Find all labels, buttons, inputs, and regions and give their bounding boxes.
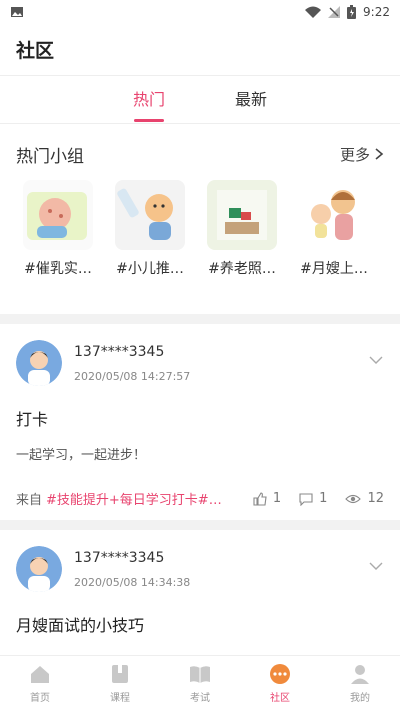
home-icon xyxy=(31,666,49,683)
section-divider xyxy=(0,314,400,324)
nav-exam[interactable]: 考试 xyxy=(160,656,240,711)
battery-icon xyxy=(347,5,357,19)
group-item[interactable]: #催乳实… xyxy=(12,180,104,278)
baby-bottle-illustration xyxy=(117,188,173,240)
comment-icon xyxy=(299,492,313,506)
post-title: 打卡 xyxy=(16,410,49,429)
community-icon xyxy=(270,664,290,684)
exam-icon xyxy=(190,666,210,683)
more-label: 更多 xyxy=(339,145,370,164)
nav-community[interactable]: 社区 xyxy=(240,656,320,711)
section-title: 热门小组 xyxy=(16,146,84,167)
view-count-group: 12 xyxy=(345,491,384,506)
post-card[interactable]: 137****3345 2020/05/08 14:34:38 月嫂面试的小技巧 xyxy=(0,530,400,655)
nav-home[interactable]: 首页 xyxy=(0,656,80,711)
nav-label: 考试 xyxy=(190,693,210,704)
group-name: #小儿推… xyxy=(116,261,184,277)
like-button[interactable]: 1 xyxy=(253,491,281,506)
chevron-down-icon[interactable] xyxy=(368,558,384,574)
post-time: 2020/05/08 14:34:38 xyxy=(74,576,191,589)
avatar[interactable] xyxy=(16,340,62,386)
group-item[interactable]: #小儿推… xyxy=(104,180,196,278)
signal-icon xyxy=(328,6,341,18)
book-icon xyxy=(112,665,128,683)
bottom-nav: 首页 课程 考试 社区 我的 xyxy=(0,655,400,711)
status-time: 9:22 xyxy=(363,5,390,19)
post-time: 2020/05/08 14:27:57 xyxy=(74,370,191,383)
group-item[interactable]: #月嫂上… xyxy=(288,180,380,278)
tab-hot[interactable]: 热门 xyxy=(133,76,165,124)
page-title: 社区 xyxy=(16,40,55,62)
nanny-baby-illustration xyxy=(311,190,355,240)
nav-course[interactable]: 课程 xyxy=(80,656,160,711)
nav-label: 社区 xyxy=(270,693,290,704)
app-header: 社区 xyxy=(0,24,400,76)
section-divider xyxy=(0,520,400,530)
chevron-down-icon[interactable] xyxy=(368,352,384,368)
eye-icon xyxy=(345,494,362,503)
group-name: #催乳实… xyxy=(24,261,92,277)
group-item[interactable]: #养老照… xyxy=(196,180,288,278)
post-username: 137****3345 xyxy=(74,550,165,566)
nav-label: 我的 xyxy=(350,693,370,704)
nav-label: 课程 xyxy=(110,693,130,704)
post-title: 月嫂面试的小技巧 xyxy=(16,616,145,635)
tab-latest[interactable]: 最新 xyxy=(235,76,267,124)
post-username: 137****3345 xyxy=(74,344,165,360)
group-thumbnail xyxy=(299,180,369,250)
post-body: 一起学习，一起进步！ xyxy=(16,448,147,463)
avatar[interactable] xyxy=(16,546,62,592)
group-thumbnail xyxy=(115,180,185,250)
profile-icon xyxy=(351,665,369,684)
nav-profile[interactable]: 我的 xyxy=(320,656,400,711)
comment-count: 1 xyxy=(319,491,328,506)
group-thumbnail xyxy=(207,180,277,250)
post-tags[interactable]: #技能提升+每日学习打卡#… xyxy=(46,489,222,508)
hot-groups-section: 热门小组 更多 #催乳实… #小儿推… #养老照… #月嫂上… xyxy=(0,124,400,312)
group-thumbnail xyxy=(23,180,93,250)
thumbs-up-icon xyxy=(253,491,267,506)
like-count: 1 xyxy=(272,491,282,506)
elderly-care-illustration xyxy=(217,190,267,240)
user-avatar-icon xyxy=(16,546,62,592)
nav-label: 首页 xyxy=(30,693,50,704)
comment-button[interactable]: 1 xyxy=(299,491,327,506)
group-name: #养老照… xyxy=(208,261,276,277)
baby-sleeping-illustration xyxy=(27,192,87,240)
user-avatar-icon xyxy=(16,340,62,386)
post-card[interactable]: 137****3345 2020/05/08 14:27:57 打卡 一起学习，… xyxy=(0,324,400,520)
chevron-right-icon xyxy=(375,148,384,160)
gallery-icon xyxy=(11,7,23,17)
more-button[interactable]: 更多 xyxy=(340,144,384,165)
view-count: 12 xyxy=(367,491,384,506)
group-name: #月嫂上… xyxy=(300,261,368,277)
status-bar: 9:22 xyxy=(0,0,400,24)
wifi-icon xyxy=(305,6,322,18)
post-from-label: 来自 xyxy=(16,493,43,508)
tab-bar: 热门 最新 xyxy=(0,76,400,124)
